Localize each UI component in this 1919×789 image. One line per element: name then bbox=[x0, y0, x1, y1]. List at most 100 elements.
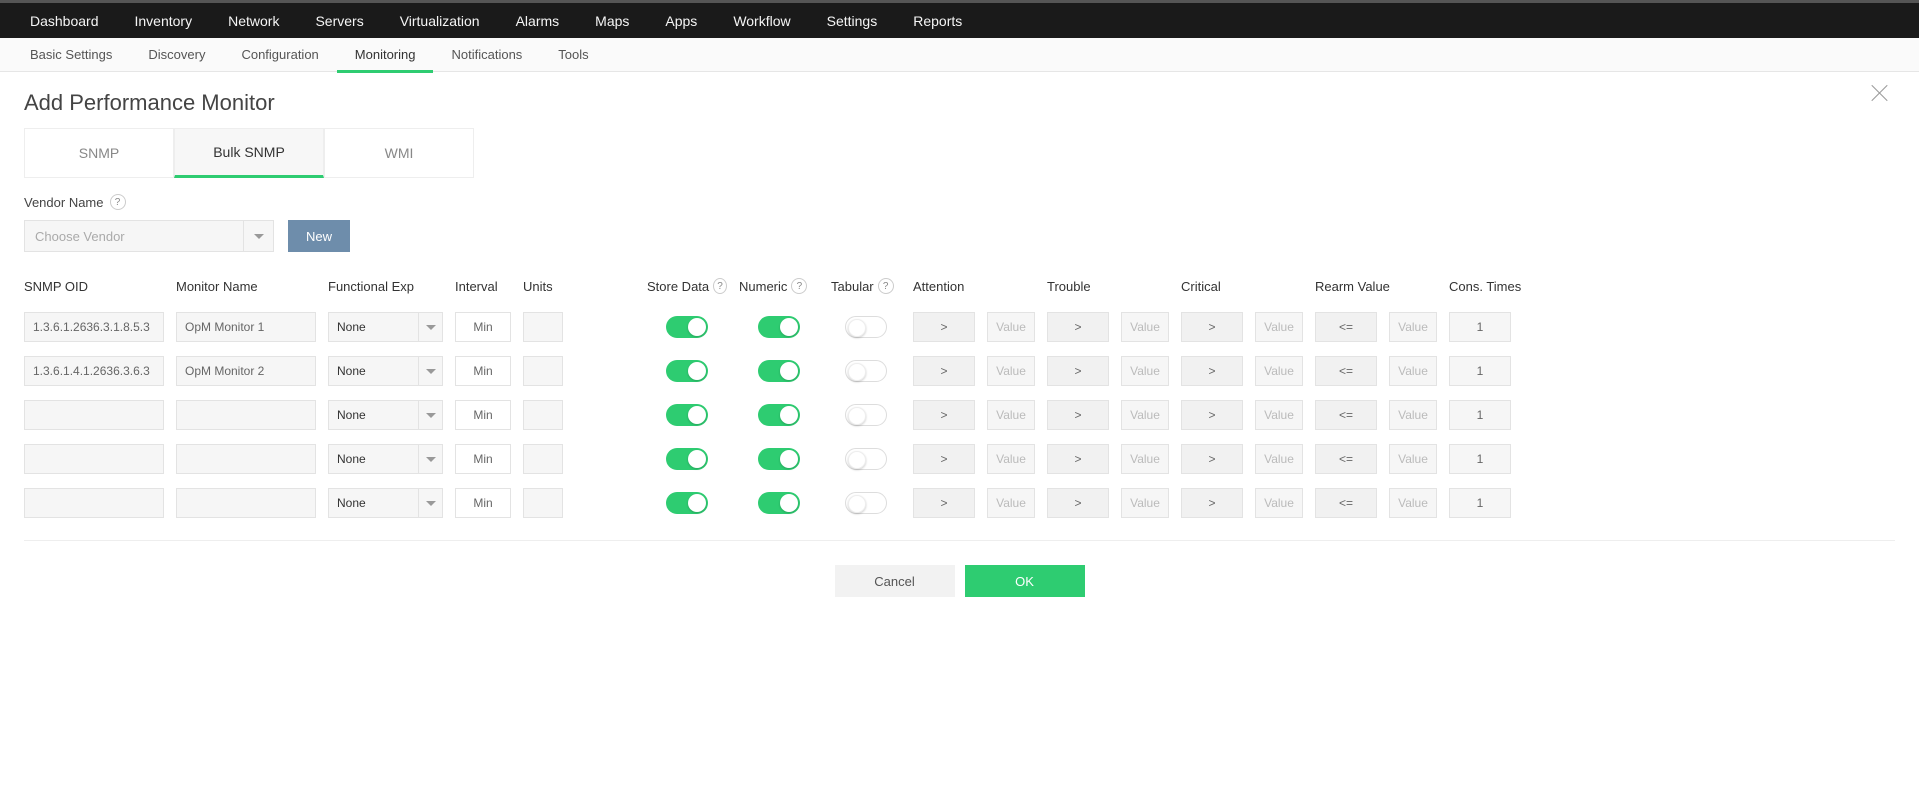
topnav-item[interactable]: Servers bbox=[297, 2, 381, 40]
monitor-name-input[interactable] bbox=[176, 400, 316, 430]
attention-value-input[interactable] bbox=[987, 400, 1035, 430]
cons-times-input[interactable] bbox=[1449, 444, 1511, 474]
subnav-item[interactable]: Notifications bbox=[433, 38, 540, 72]
critical-value-input[interactable] bbox=[1255, 444, 1303, 474]
interval-input[interactable]: Min bbox=[455, 312, 511, 342]
help-icon[interactable]: ? bbox=[878, 278, 894, 294]
attention-op-select[interactable]: > bbox=[913, 488, 975, 518]
trouble-op-select[interactable]: > bbox=[1047, 400, 1109, 430]
help-icon[interactable]: ? bbox=[791, 278, 807, 294]
monitor-name-input[interactable] bbox=[176, 488, 316, 518]
cons-times-input[interactable] bbox=[1449, 312, 1511, 342]
interval-input[interactable]: Min bbox=[455, 488, 511, 518]
rearm-value-input[interactable] bbox=[1389, 356, 1437, 386]
cons-times-input[interactable] bbox=[1449, 488, 1511, 518]
units-input[interactable] bbox=[523, 488, 563, 518]
trouble-value-input[interactable] bbox=[1121, 444, 1169, 474]
trouble-value-input[interactable] bbox=[1121, 356, 1169, 386]
tabular-toggle[interactable] bbox=[845, 316, 887, 338]
numeric-toggle[interactable] bbox=[758, 448, 800, 470]
ok-button[interactable]: OK bbox=[965, 565, 1085, 597]
tabular-toggle[interactable] bbox=[845, 492, 887, 514]
topnav-item[interactable]: Dashboard bbox=[12, 2, 117, 40]
store-data-toggle[interactable] bbox=[666, 360, 708, 382]
cons-times-input[interactable] bbox=[1449, 400, 1511, 430]
topnav-item[interactable]: Apps bbox=[647, 2, 715, 40]
critical-value-input[interactable] bbox=[1255, 356, 1303, 386]
store-data-toggle[interactable] bbox=[666, 404, 708, 426]
critical-op-select[interactable]: > bbox=[1181, 444, 1243, 474]
store-data-toggle[interactable] bbox=[666, 492, 708, 514]
tabular-toggle[interactable] bbox=[845, 360, 887, 382]
units-input[interactable] bbox=[523, 444, 563, 474]
critical-op-select[interactable]: > bbox=[1181, 356, 1243, 386]
subnav-item[interactable]: Configuration bbox=[223, 38, 336, 72]
trouble-value-input[interactable] bbox=[1121, 400, 1169, 430]
topnav-item[interactable]: Alarms bbox=[498, 2, 578, 40]
monitor-name-input[interactable] bbox=[176, 356, 316, 386]
attention-op-select[interactable]: > bbox=[913, 356, 975, 386]
trouble-op-select[interactable]: > bbox=[1047, 444, 1109, 474]
close-icon[interactable] bbox=[1869, 82, 1891, 104]
rearm-op-select[interactable]: <= bbox=[1315, 400, 1377, 430]
trouble-op-select[interactable]: > bbox=[1047, 356, 1109, 386]
functional-exp-select[interactable]: None bbox=[328, 356, 443, 386]
units-input[interactable] bbox=[523, 312, 563, 342]
topnav-item[interactable]: Settings bbox=[809, 2, 896, 40]
functional-exp-select[interactable]: None bbox=[328, 488, 443, 518]
snmp-oid-input[interactable] bbox=[24, 400, 164, 430]
rearm-op-select[interactable]: <= bbox=[1315, 312, 1377, 342]
snmp-oid-input[interactable] bbox=[24, 356, 164, 386]
attention-op-select[interactable]: > bbox=[913, 444, 975, 474]
monitor-name-input[interactable] bbox=[176, 444, 316, 474]
numeric-toggle[interactable] bbox=[758, 492, 800, 514]
new-vendor-button[interactable]: New bbox=[288, 220, 350, 252]
attention-value-input[interactable] bbox=[987, 488, 1035, 518]
attention-op-select[interactable]: > bbox=[913, 312, 975, 342]
attention-value-input[interactable] bbox=[987, 356, 1035, 386]
units-input[interactable] bbox=[523, 356, 563, 386]
tabular-toggle[interactable] bbox=[845, 404, 887, 426]
trouble-op-select[interactable]: > bbox=[1047, 488, 1109, 518]
units-input[interactable] bbox=[523, 400, 563, 430]
snmp-oid-input[interactable] bbox=[24, 488, 164, 518]
critical-op-select[interactable]: > bbox=[1181, 400, 1243, 430]
rearm-op-select[interactable]: <= bbox=[1315, 356, 1377, 386]
tab[interactable]: WMI bbox=[324, 128, 474, 178]
trouble-value-input[interactable] bbox=[1121, 312, 1169, 342]
snmp-oid-input[interactable] bbox=[24, 312, 164, 342]
topnav-item[interactable]: Virtualization bbox=[382, 2, 498, 40]
critical-op-select[interactable]: > bbox=[1181, 488, 1243, 518]
attention-value-input[interactable] bbox=[987, 312, 1035, 342]
tab[interactable]: Bulk SNMP bbox=[174, 128, 324, 178]
rearm-value-input[interactable] bbox=[1389, 488, 1437, 518]
critical-value-input[interactable] bbox=[1255, 312, 1303, 342]
trouble-value-input[interactable] bbox=[1121, 488, 1169, 518]
snmp-oid-input[interactable] bbox=[24, 444, 164, 474]
attention-value-input[interactable] bbox=[987, 444, 1035, 474]
interval-input[interactable]: Min bbox=[455, 400, 511, 430]
attention-op-select[interactable]: > bbox=[913, 400, 975, 430]
topnav-item[interactable]: Reports bbox=[895, 2, 980, 40]
help-icon[interactable]: ? bbox=[713, 278, 727, 294]
subnav-item[interactable]: Discovery bbox=[130, 38, 223, 72]
tabular-toggle[interactable] bbox=[845, 448, 887, 470]
vendor-select[interactable]: Choose Vendor bbox=[24, 220, 274, 252]
interval-input[interactable]: Min bbox=[455, 356, 511, 386]
subnav-item[interactable]: Tools bbox=[540, 38, 606, 72]
rearm-value-input[interactable] bbox=[1389, 444, 1437, 474]
help-icon[interactable]: ? bbox=[110, 194, 126, 210]
cons-times-input[interactable] bbox=[1449, 356, 1511, 386]
topnav-item[interactable]: Workflow bbox=[715, 2, 808, 40]
store-data-toggle[interactable] bbox=[666, 316, 708, 338]
rearm-op-select[interactable]: <= bbox=[1315, 444, 1377, 474]
numeric-toggle[interactable] bbox=[758, 316, 800, 338]
tab[interactable]: SNMP bbox=[24, 128, 174, 178]
store-data-toggle[interactable] bbox=[666, 448, 708, 470]
critical-value-input[interactable] bbox=[1255, 488, 1303, 518]
rearm-value-input[interactable] bbox=[1389, 312, 1437, 342]
numeric-toggle[interactable] bbox=[758, 360, 800, 382]
numeric-toggle[interactable] bbox=[758, 404, 800, 426]
functional-exp-select[interactable]: None bbox=[328, 400, 443, 430]
rearm-op-select[interactable]: <= bbox=[1315, 488, 1377, 518]
